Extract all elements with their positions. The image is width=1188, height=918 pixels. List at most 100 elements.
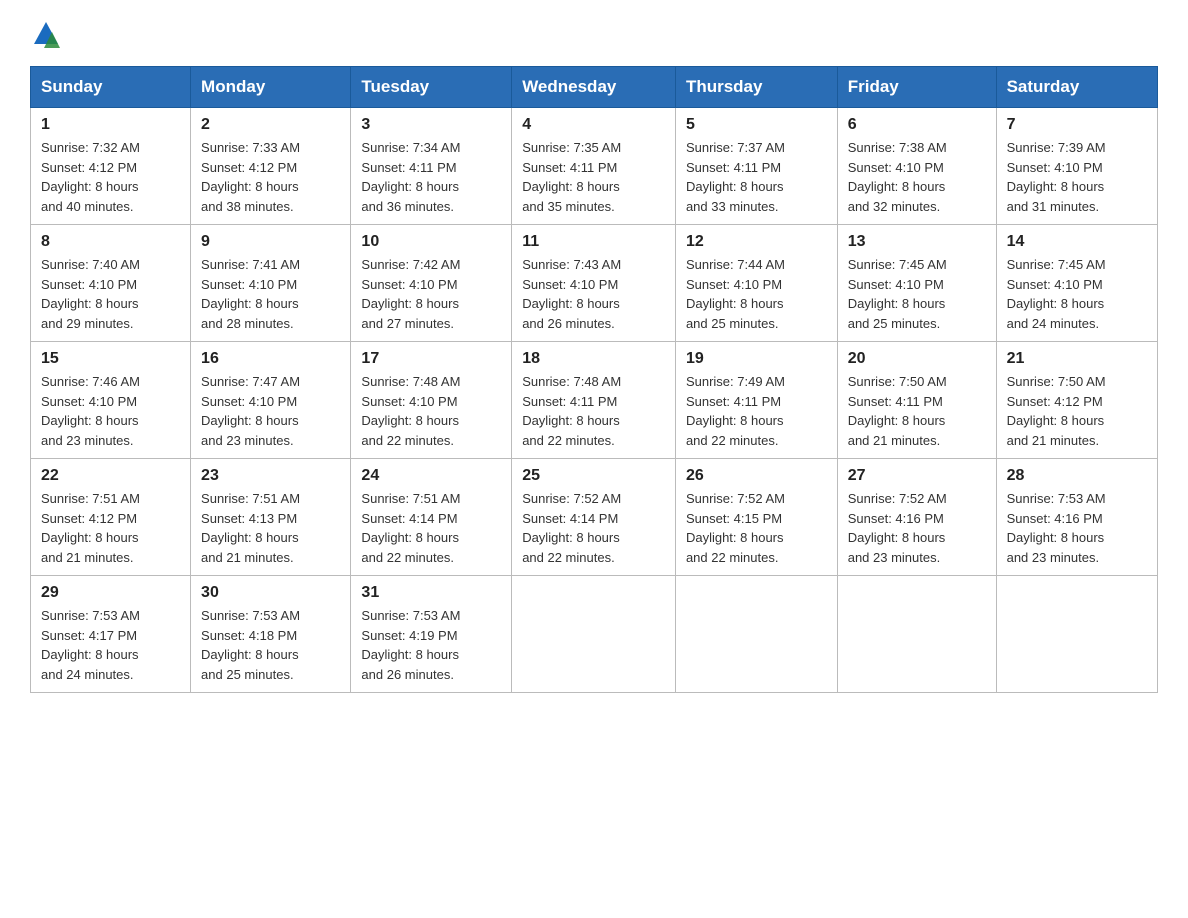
- empty-cell: [837, 576, 996, 693]
- day-number: 10: [361, 233, 501, 251]
- day-number: 31: [361, 584, 501, 602]
- day-cell-1: 1 Sunrise: 7:32 AMSunset: 4:12 PMDayligh…: [31, 108, 191, 225]
- day-number: 29: [41, 584, 180, 602]
- day-info: Sunrise: 7:52 AMSunset: 4:15 PMDaylight:…: [686, 491, 785, 565]
- day-number: 1: [41, 116, 180, 134]
- day-number: 13: [848, 233, 986, 251]
- day-cell-7: 7 Sunrise: 7:39 AMSunset: 4:10 PMDayligh…: [996, 108, 1157, 225]
- day-number: 4: [522, 116, 665, 134]
- day-cell-19: 19 Sunrise: 7:49 AMSunset: 4:11 PMDaylig…: [675, 342, 837, 459]
- day-cell-28: 28 Sunrise: 7:53 AMSunset: 4:16 PMDaylig…: [996, 459, 1157, 576]
- day-info: Sunrise: 7:34 AMSunset: 4:11 PMDaylight:…: [361, 140, 460, 214]
- col-header-thursday: Thursday: [675, 67, 837, 108]
- day-cell-25: 25 Sunrise: 7:52 AMSunset: 4:14 PMDaylig…: [512, 459, 676, 576]
- day-info: Sunrise: 7:41 AMSunset: 4:10 PMDaylight:…: [201, 257, 300, 331]
- day-cell-27: 27 Sunrise: 7:52 AMSunset: 4:16 PMDaylig…: [837, 459, 996, 576]
- week-row-4: 22 Sunrise: 7:51 AMSunset: 4:12 PMDaylig…: [31, 459, 1158, 576]
- day-info: Sunrise: 7:44 AMSunset: 4:10 PMDaylight:…: [686, 257, 785, 331]
- day-info: Sunrise: 7:52 AMSunset: 4:14 PMDaylight:…: [522, 491, 621, 565]
- day-number: 24: [361, 467, 501, 485]
- week-row-3: 15 Sunrise: 7:46 AMSunset: 4:10 PMDaylig…: [31, 342, 1158, 459]
- day-number: 21: [1007, 350, 1147, 368]
- day-info: Sunrise: 7:33 AMSunset: 4:12 PMDaylight:…: [201, 140, 300, 214]
- day-info: Sunrise: 7:45 AMSunset: 4:10 PMDaylight:…: [848, 257, 947, 331]
- day-info: Sunrise: 7:50 AMSunset: 4:12 PMDaylight:…: [1007, 374, 1106, 448]
- day-number: 23: [201, 467, 340, 485]
- day-cell-24: 24 Sunrise: 7:51 AMSunset: 4:14 PMDaylig…: [351, 459, 512, 576]
- day-cell-17: 17 Sunrise: 7:48 AMSunset: 4:10 PMDaylig…: [351, 342, 512, 459]
- day-cell-10: 10 Sunrise: 7:42 AMSunset: 4:10 PMDaylig…: [351, 225, 512, 342]
- day-cell-20: 20 Sunrise: 7:50 AMSunset: 4:11 PMDaylig…: [837, 342, 996, 459]
- day-info: Sunrise: 7:53 AMSunset: 4:16 PMDaylight:…: [1007, 491, 1106, 565]
- day-cell-16: 16 Sunrise: 7:47 AMSunset: 4:10 PMDaylig…: [191, 342, 351, 459]
- day-info: Sunrise: 7:51 AMSunset: 4:13 PMDaylight:…: [201, 491, 300, 565]
- day-number: 18: [522, 350, 665, 368]
- day-info: Sunrise: 7:48 AMSunset: 4:11 PMDaylight:…: [522, 374, 621, 448]
- day-info: Sunrise: 7:50 AMSunset: 4:11 PMDaylight:…: [848, 374, 947, 448]
- day-number: 8: [41, 233, 180, 251]
- day-info: Sunrise: 7:51 AMSunset: 4:12 PMDaylight:…: [41, 491, 140, 565]
- day-info: Sunrise: 7:52 AMSunset: 4:16 PMDaylight:…: [848, 491, 947, 565]
- day-number: 5: [686, 116, 827, 134]
- day-number: 14: [1007, 233, 1147, 251]
- day-number: 28: [1007, 467, 1147, 485]
- day-cell-14: 14 Sunrise: 7:45 AMSunset: 4:10 PMDaylig…: [996, 225, 1157, 342]
- empty-cell: [675, 576, 837, 693]
- day-number: 19: [686, 350, 827, 368]
- col-header-saturday: Saturday: [996, 67, 1157, 108]
- day-info: Sunrise: 7:53 AMSunset: 4:17 PMDaylight:…: [41, 608, 140, 682]
- day-number: 6: [848, 116, 986, 134]
- day-number: 12: [686, 233, 827, 251]
- day-cell-12: 12 Sunrise: 7:44 AMSunset: 4:10 PMDaylig…: [675, 225, 837, 342]
- day-number: 3: [361, 116, 501, 134]
- day-cell-30: 30 Sunrise: 7:53 AMSunset: 4:18 PMDaylig…: [191, 576, 351, 693]
- day-cell-31: 31 Sunrise: 7:53 AMSunset: 4:19 PMDaylig…: [351, 576, 512, 693]
- day-info: Sunrise: 7:51 AMSunset: 4:14 PMDaylight:…: [361, 491, 460, 565]
- day-info: Sunrise: 7:46 AMSunset: 4:10 PMDaylight:…: [41, 374, 140, 448]
- day-info: Sunrise: 7:37 AMSunset: 4:11 PMDaylight:…: [686, 140, 785, 214]
- col-header-wednesday: Wednesday: [512, 67, 676, 108]
- day-cell-3: 3 Sunrise: 7:34 AMSunset: 4:11 PMDayligh…: [351, 108, 512, 225]
- week-row-1: 1 Sunrise: 7:32 AMSunset: 4:12 PMDayligh…: [31, 108, 1158, 225]
- day-info: Sunrise: 7:43 AMSunset: 4:10 PMDaylight:…: [522, 257, 621, 331]
- day-number: 2: [201, 116, 340, 134]
- week-row-5: 29 Sunrise: 7:53 AMSunset: 4:17 PMDaylig…: [31, 576, 1158, 693]
- day-info: Sunrise: 7:38 AMSunset: 4:10 PMDaylight:…: [848, 140, 947, 214]
- day-info: Sunrise: 7:39 AMSunset: 4:10 PMDaylight:…: [1007, 140, 1106, 214]
- day-number: 17: [361, 350, 501, 368]
- day-cell-18: 18 Sunrise: 7:48 AMSunset: 4:11 PMDaylig…: [512, 342, 676, 459]
- day-cell-22: 22 Sunrise: 7:51 AMSunset: 4:12 PMDaylig…: [31, 459, 191, 576]
- day-info: Sunrise: 7:48 AMSunset: 4:10 PMDaylight:…: [361, 374, 460, 448]
- day-cell-4: 4 Sunrise: 7:35 AMSunset: 4:11 PMDayligh…: [512, 108, 676, 225]
- day-number: 11: [522, 233, 665, 251]
- day-info: Sunrise: 7:53 AMSunset: 4:19 PMDaylight:…: [361, 608, 460, 682]
- day-cell-5: 5 Sunrise: 7:37 AMSunset: 4:11 PMDayligh…: [675, 108, 837, 225]
- day-cell-15: 15 Sunrise: 7:46 AMSunset: 4:10 PMDaylig…: [31, 342, 191, 459]
- day-info: Sunrise: 7:47 AMSunset: 4:10 PMDaylight:…: [201, 374, 300, 448]
- col-header-monday: Monday: [191, 67, 351, 108]
- col-header-friday: Friday: [837, 67, 996, 108]
- week-row-2: 8 Sunrise: 7:40 AMSunset: 4:10 PMDayligh…: [31, 225, 1158, 342]
- day-number: 20: [848, 350, 986, 368]
- day-number: 26: [686, 467, 827, 485]
- day-info: Sunrise: 7:45 AMSunset: 4:10 PMDaylight:…: [1007, 257, 1106, 331]
- empty-cell: [996, 576, 1157, 693]
- day-number: 16: [201, 350, 340, 368]
- day-info: Sunrise: 7:42 AMSunset: 4:10 PMDaylight:…: [361, 257, 460, 331]
- day-info: Sunrise: 7:32 AMSunset: 4:12 PMDaylight:…: [41, 140, 140, 214]
- logo-icon: [32, 20, 60, 48]
- day-number: 25: [522, 467, 665, 485]
- day-info: Sunrise: 7:40 AMSunset: 4:10 PMDaylight:…: [41, 257, 140, 331]
- day-info: Sunrise: 7:49 AMSunset: 4:11 PMDaylight:…: [686, 374, 785, 448]
- day-cell-23: 23 Sunrise: 7:51 AMSunset: 4:13 PMDaylig…: [191, 459, 351, 576]
- logo: [30, 24, 60, 48]
- day-number: 22: [41, 467, 180, 485]
- empty-cell: [512, 576, 676, 693]
- day-info: Sunrise: 7:35 AMSunset: 4:11 PMDaylight:…: [522, 140, 621, 214]
- day-number: 15: [41, 350, 180, 368]
- day-cell-21: 21 Sunrise: 7:50 AMSunset: 4:12 PMDaylig…: [996, 342, 1157, 459]
- day-cell-13: 13 Sunrise: 7:45 AMSunset: 4:10 PMDaylig…: [837, 225, 996, 342]
- calendar-table: SundayMondayTuesdayWednesdayThursdayFrid…: [30, 66, 1158, 693]
- day-cell-9: 9 Sunrise: 7:41 AMSunset: 4:10 PMDayligh…: [191, 225, 351, 342]
- day-cell-26: 26 Sunrise: 7:52 AMSunset: 4:15 PMDaylig…: [675, 459, 837, 576]
